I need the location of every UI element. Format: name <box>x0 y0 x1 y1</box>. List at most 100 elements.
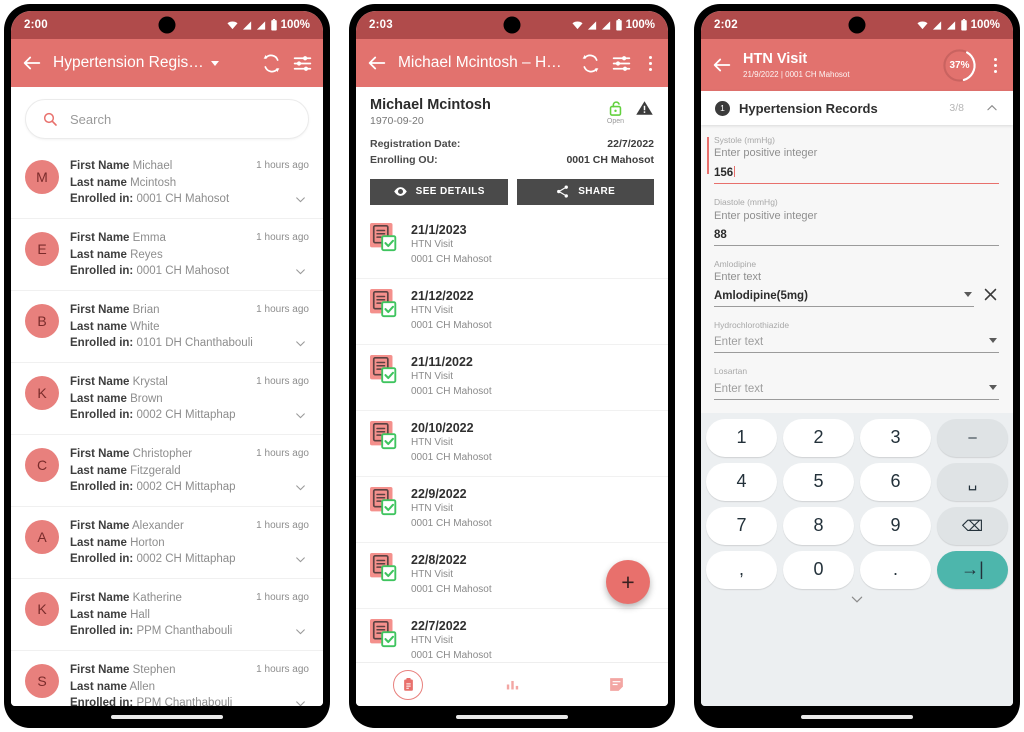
last-name-row: Last name Hall <box>70 607 245 624</box>
event-list-item[interactable]: 21/12/2022 HTN Visit 0001 CH Mahosot <box>356 279 668 345</box>
list-item[interactable]: C First Name Christopher Last name Fitzg… <box>11 435 323 508</box>
chevron-down-icon[interactable] <box>294 265 307 278</box>
list-item[interactable]: A First Name Alexander Last name Horton … <box>11 507 323 580</box>
list-item[interactable]: K First Name Krystal Last name Brown Enr… <box>11 363 323 436</box>
filter-tune-icon[interactable] <box>611 53 632 74</box>
chevron-down-icon[interactable] <box>210 60 219 66</box>
field-input[interactable]: Amlodipine(5mg) <box>714 285 974 307</box>
chevron-down-icon[interactable] <box>294 481 307 494</box>
nav-item-analytics[interactable] <box>460 676 564 693</box>
list-item[interactable]: E First Name Emma Last name Reyes Enroll… <box>11 219 323 292</box>
field-input[interactable]: Enter text <box>714 378 999 400</box>
open-lock-icon <box>609 101 622 116</box>
avatar: S <box>25 664 59 699</box>
event-program: HTN Visit <box>411 370 454 382</box>
key-6[interactable]: 6 <box>860 462 931 501</box>
filter-tune-icon[interactable] <box>292 53 313 74</box>
nav-item-notes[interactable] <box>564 676 668 693</box>
back-arrow-icon[interactable] <box>366 52 388 74</box>
updated-time: 1 hours ago <box>256 232 309 244</box>
sync-icon[interactable] <box>580 53 601 74</box>
add-event-fab[interactable]: + <box>606 560 650 604</box>
key-.[interactable]: . <box>860 550 931 589</box>
key-function-␣[interactable]: ␣ <box>937 462 1008 501</box>
warning-triangle-icon[interactable] <box>635 99 654 117</box>
search-input[interactable]: Search <box>25 99 309 139</box>
chevron-down-icon[interactable] <box>964 291 972 297</box>
event-list-item[interactable]: 21/11/2022 HTN Visit 0001 CH Mahosot <box>356 345 668 411</box>
field-input[interactable]: Enter text <box>714 331 999 354</box>
section-header[interactable]: 1 Hypertension Records 3/8 <box>701 91 1013 125</box>
chevron-down-icon[interactable] <box>294 625 307 638</box>
key-2[interactable]: 2 <box>783 418 854 457</box>
chevron-down-icon[interactable] <box>294 409 307 422</box>
form-fields[interactable]: Systole (mmHg) Enter positive integer 15… <box>701 125 1013 413</box>
list-item[interactable]: S First Name Stephen Last name Allen Enr… <box>11 651 323 706</box>
battery-icon <box>270 19 277 31</box>
clear-icon[interactable] <box>982 286 999 303</box>
completion-progress-ring[interactable]: 37% <box>942 48 977 83</box>
enrolled-in-row: Enrolled in: 0001 CH Mahosot <box>70 191 245 208</box>
back-arrow-icon[interactable] <box>711 54 733 76</box>
event-list[interactable]: 21/1/2023 HTN Visit 0001 CH Mahosot 21/1… <box>356 212 668 662</box>
page-subtitle: 21/9/2022 | 0001 CH Mahosot <box>743 69 850 79</box>
chevron-down-icon[interactable] <box>294 193 307 206</box>
key-5[interactable]: 5 <box>783 462 854 501</box>
see-details-button[interactable]: SEE DETAILS <box>370 178 508 205</box>
chevron-down-icon[interactable] <box>294 553 307 566</box>
registry-list[interactable]: Search M First Name Michael Last name Mc… <box>11 87 323 706</box>
form-field[interactable]: Hydrochlorothiazide Enter text <box>701 320 1013 354</box>
key-4[interactable]: 4 <box>706 462 777 501</box>
first-name-value: Christopher <box>132 448 193 461</box>
numeric-keyboard[interactable]: 1 2 3– 4 5 6 ␣ 7 8 9 ⌫ , 0. →| <box>701 412 1013 706</box>
list-item[interactable]: K First Name Katherine Last name Hall En… <box>11 579 323 652</box>
form-field[interactable]: Losartan Enter text <box>701 366 1013 400</box>
key-3[interactable]: 3 <box>860 418 931 457</box>
chevron-up-icon[interactable] <box>985 101 999 115</box>
progress-percent: 37% <box>949 59 970 71</box>
chevron-down-icon[interactable] <box>294 337 307 350</box>
key-7[interactable]: 7 <box>706 506 777 545</box>
event-list-item[interactable]: 22/9/2022 HTN Visit 0001 CH Mahosot <box>356 477 668 543</box>
key-0[interactable]: 0 <box>783 550 854 589</box>
last-name-value: Fitzgerald <box>130 464 181 477</box>
back-arrow-icon[interactable] <box>21 52 43 74</box>
event-list-item[interactable]: 21/1/2023 HTN Visit 0001 CH Mahosot <box>356 213 668 279</box>
field-value: Amlodipine(5mg) <box>714 289 808 302</box>
status-bar: 2:02 100% <box>701 11 1013 39</box>
sync-icon[interactable] <box>261 53 282 74</box>
key-function-–[interactable]: – <box>937 418 1008 457</box>
event-list-item[interactable]: 20/10/2022 HTN Visit 0001 CH Mahosot <box>356 411 668 477</box>
chevron-down-icon[interactable] <box>294 697 307 706</box>
share-button[interactable]: SHARE <box>516 178 654 205</box>
overflow-menu-icon[interactable] <box>642 55 658 71</box>
enrollment-status[interactable]: Open <box>607 99 624 125</box>
first-name-row: First Name Brian <box>70 302 245 319</box>
key-8[interactable]: 8 <box>783 506 854 545</box>
nav-item-records[interactable] <box>356 669 460 700</box>
last-name-row: Last name Horton <box>70 535 245 552</box>
overflow-menu-icon[interactable] <box>987 57 1003 73</box>
key-enter[interactable]: →| <box>937 550 1008 589</box>
hide-keyboard-icon[interactable] <box>850 595 864 604</box>
last-name-value: White <box>130 320 160 333</box>
page-title[interactable]: Hypertension Regis… <box>53 54 204 72</box>
key-9[interactable]: 9 <box>860 506 931 545</box>
event-document-icon <box>370 288 397 317</box>
lock-status-label: Open <box>606 118 624 125</box>
form-field[interactable]: Diastole (mmHg) Enter positive integer 8… <box>701 197 1013 246</box>
field-input[interactable]: 88 <box>714 224 999 246</box>
list-item[interactable]: B First Name Brian Last name White Enrol… <box>11 291 323 364</box>
form-field[interactable]: Amlodipine Enter text Amlodipine(5mg) <box>701 259 1013 307</box>
key-1[interactable]: 1 <box>706 418 777 457</box>
list-item[interactable]: M First Name Michael Last name Mcintosh … <box>11 147 323 220</box>
field-input[interactable]: 156 <box>714 161 999 185</box>
first-name-label: First Name <box>70 304 130 317</box>
chevron-down-icon[interactable] <box>989 384 997 390</box>
key-function-⌫[interactable]: ⌫ <box>937 506 1008 545</box>
key-,[interactable]: , <box>706 550 777 589</box>
form-field[interactable]: Systole (mmHg) Enter positive integer 15… <box>701 135 1013 185</box>
event-org-unit: 0001 CH Mahosot <box>411 320 492 332</box>
event-list-item[interactable]: 22/7/2022 HTN Visit 0001 CH Mahosot <box>356 609 668 662</box>
chevron-down-icon[interactable] <box>989 338 997 344</box>
